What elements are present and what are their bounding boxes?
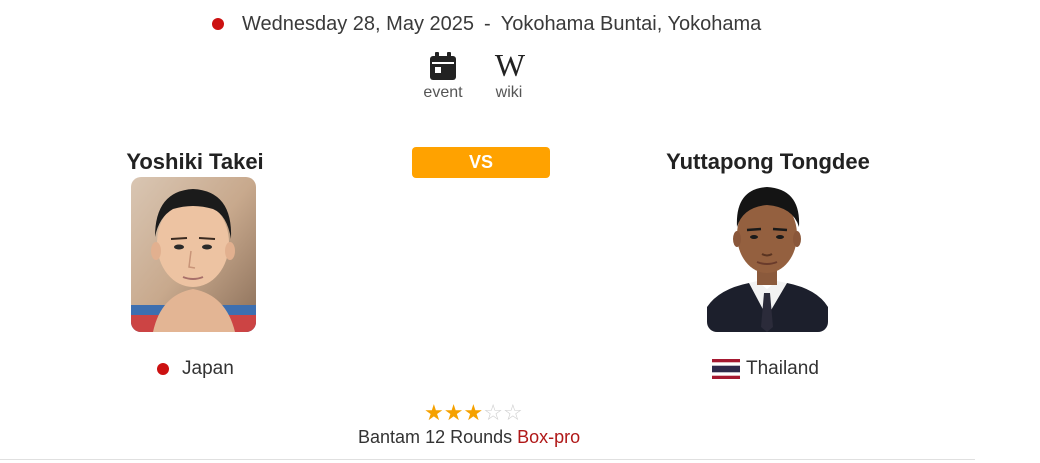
japan-flag-icon bbox=[157, 363, 169, 375]
star-filled-icon: ★ bbox=[463, 400, 484, 425]
fight-info: Bantam 12 Rounds Box-pro bbox=[358, 427, 580, 448]
wikipedia-icon: W bbox=[494, 47, 525, 83]
calendar-icon bbox=[430, 50, 456, 80]
fighter-right-country: Thailand bbox=[712, 358, 819, 380]
star-filled-icon: ★ bbox=[424, 400, 444, 425]
fighter-left-country: Japan bbox=[157, 358, 234, 380]
bottom-divider bbox=[0, 459, 975, 460]
wikipedia-logo-letter: W bbox=[494, 47, 525, 83]
fight-rating: ★ ★ ★ ☆ ☆ bbox=[424, 401, 523, 425]
vs-badge: VS bbox=[412, 147, 550, 178]
fighter-right-photo[interactable] bbox=[707, 177, 828, 332]
event-venue: Yokohama Buntai, Yokohama bbox=[500, 12, 762, 35]
wiki-link[interactable]: W wiki bbox=[486, 47, 532, 102]
discipline-link[interactable]: Box-pro bbox=[517, 427, 580, 447]
fighter-right-name[interactable]: Yuttapong Tongdee bbox=[630, 149, 906, 175]
event-date: Wednesday 28, May 2025 bbox=[242, 12, 475, 35]
weight-class: Bantam bbox=[358, 427, 421, 447]
star-empty-icon: ☆ bbox=[502, 400, 523, 425]
event-separator: - bbox=[484, 12, 491, 35]
star-empty-icon: ☆ bbox=[483, 400, 503, 425]
fighter-left-photo[interactable] bbox=[131, 177, 256, 332]
rounds: 12 Rounds bbox=[425, 427, 513, 447]
event-header: Wednesday 28, May 2025 - Yokohama Buntai… bbox=[212, 12, 761, 36]
fighter-left-country-label: Japan bbox=[182, 358, 234, 379]
fighter-left-name[interactable]: Yoshiki Takei bbox=[100, 149, 290, 175]
fighter-right-country-label: Thailand bbox=[746, 358, 819, 379]
star-filled-icon: ★ bbox=[443, 400, 464, 425]
event-status-dot bbox=[212, 18, 224, 30]
event-link[interactable]: event bbox=[418, 50, 468, 102]
event-link-label: event bbox=[423, 84, 463, 101]
thailand-flag-icon bbox=[712, 359, 740, 379]
wiki-link-label: wiki bbox=[495, 84, 523, 101]
